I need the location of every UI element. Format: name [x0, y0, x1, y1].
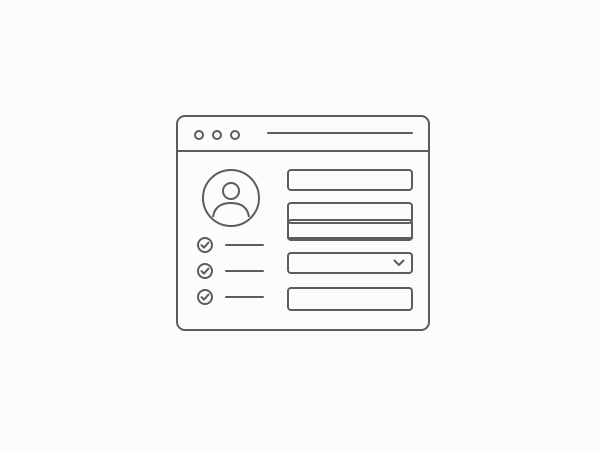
checklist-item: [197, 289, 267, 305]
checklist-item-label: [225, 244, 264, 246]
user-avatar-icon: [212, 182, 250, 218]
window-control-minimize[interactable]: [212, 130, 222, 140]
checklist-item-label: [225, 270, 264, 272]
checklist-item: [197, 263, 267, 279]
text-field-1[interactable]: [287, 169, 413, 191]
dropdown-select[interactable]: [287, 252, 413, 274]
stage: [0, 0, 600, 450]
browser-window: [176, 115, 430, 331]
text-field-5[interactable]: [287, 287, 413, 311]
check-circle-icon[interactable]: [197, 289, 213, 305]
check-circle-icon[interactable]: [197, 237, 213, 253]
avatar[interactable]: [202, 169, 260, 227]
chevron-down-icon: [393, 259, 405, 266]
window-control-maximize[interactable]: [230, 130, 240, 140]
form-divider: [287, 237, 413, 239]
title-bar: [178, 117, 428, 152]
window-title-placeholder: [267, 132, 413, 134]
check-circle-icon[interactable]: [197, 263, 213, 279]
checklist-item-label: [225, 296, 264, 298]
window-control-close[interactable]: [194, 130, 204, 140]
checklist-item: [197, 237, 267, 253]
